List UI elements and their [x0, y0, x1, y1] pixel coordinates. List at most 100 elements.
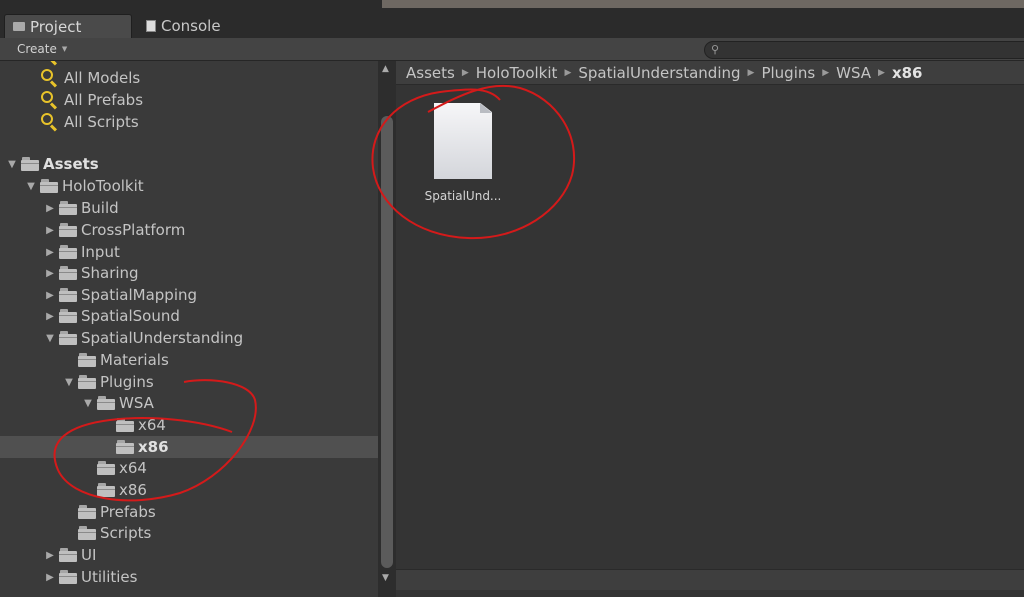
tree-item-label: x64: [138, 416, 166, 434]
tree-item[interactable]: ▶Materials: [0, 349, 378, 371]
breadcrumb-item[interactable]: WSA: [836, 64, 871, 82]
favorite-label: All Prefabs: [64, 91, 144, 109]
collapsed-arrow-icon[interactable]: ▶: [44, 550, 56, 561]
breadcrumb-item[interactable]: HoloToolkit: [476, 64, 558, 82]
tree-item[interactable]: ▶x86: [0, 436, 378, 458]
search-icon: ⚲: [711, 43, 720, 56]
create-label: Create: [17, 42, 57, 56]
expanded-arrow-icon[interactable]: ▼: [25, 181, 37, 192]
breadcrumb-separator-icon: ▶: [747, 67, 755, 78]
breadcrumb-item[interactable]: Assets: [406, 64, 455, 82]
breadcrumb-item[interactable]: SpatialUnderstanding: [578, 64, 740, 82]
tree-item[interactable]: ▼ HoloToolkit: [0, 175, 378, 197]
breadcrumb-separator-icon: ▶: [564, 67, 572, 78]
tree-item-label: SpatialMapping: [81, 286, 198, 304]
collapsed-arrow-icon[interactable]: ▶: [44, 203, 56, 214]
tree-item[interactable]: ▶ SpatialSound: [0, 305, 378, 327]
collapsed-arrow-icon[interactable]: ▶: [44, 268, 56, 279]
favorite-item[interactable]: All Prefabs: [0, 89, 378, 111]
search-filter-icon: [40, 61, 60, 66]
expanded-arrow-icon[interactable]: ▼: [82, 398, 94, 409]
asset-browser-panel: Assets ▶ HoloToolkit ▶ SpatialUnderstanding ▶…: [396, 61, 1024, 597]
search-input[interactable]: [727, 42, 1024, 58]
tree-item[interactable]: ▶Scripts: [0, 522, 378, 544]
scroll-down-icon[interactable]: ▼: [382, 573, 389, 583]
tree-item[interactable]: ▶ Input: [0, 241, 378, 263]
expanded-arrow-icon[interactable]: ▼: [6, 159, 18, 170]
tree-item[interactable]: ▼ SpatialUnderstanding: [0, 327, 378, 349]
search-field[interactable]: ⚲: [704, 41, 1024, 59]
tree-item[interactable]: ▶x86: [0, 479, 378, 501]
file-icon: [434, 103, 492, 179]
folder-icon: [40, 179, 58, 193]
tree-item[interactable]: ▶ Sharing: [0, 262, 378, 284]
top-strip: [0, 0, 1024, 12]
tree-item-label: HoloToolkit: [62, 177, 144, 195]
tree-item[interactable]: ▶ UI: [0, 544, 378, 566]
search-filter-icon: [40, 113, 60, 132]
folder-icon: [97, 461, 115, 475]
search-filter-icon: [40, 91, 60, 110]
tree-item[interactable]: ▼ Assets: [0, 153, 378, 175]
favorite-item[interactable]: All Scripts: [0, 111, 378, 133]
create-button[interactable]: Create ▼: [9, 40, 79, 58]
folder-icon: [78, 505, 96, 519]
folder-icon: [59, 331, 77, 345]
tree-item-label: Scripts: [100, 524, 152, 542]
folder-icon: [97, 396, 115, 410]
collapsed-arrow-icon[interactable]: ▶: [44, 225, 56, 236]
tree-item-label: x64: [119, 459, 147, 477]
tree-item-label: WSA: [119, 394, 154, 412]
breadcrumb-item[interactable]: x86: [892, 64, 923, 82]
breadcrumb-separator-icon: ▶: [461, 67, 469, 78]
tab-project[interactable]: Project: [4, 14, 132, 38]
scene-edge: [382, 0, 1024, 8]
tree-item-label: UI: [81, 546, 97, 564]
collapsed-arrow-icon[interactable]: ▶: [44, 290, 56, 301]
collapsed-arrow-icon[interactable]: ▶: [44, 247, 56, 258]
tree-scrollbar[interactable]: ▲ ▼: [378, 61, 396, 597]
favorite-item[interactable]: All Models: [0, 67, 378, 89]
tree-item[interactable]: ▶x64: [0, 457, 378, 479]
asset-name: SpatialUnd...: [424, 189, 502, 203]
tab-console[interactable]: Console: [146, 14, 221, 38]
expanded-arrow-icon[interactable]: ▼: [44, 333, 56, 344]
folder-icon: [59, 201, 77, 215]
folder-tab-icon: [13, 22, 25, 31]
collapsed-arrow-icon[interactable]: ▶: [44, 572, 56, 583]
breadcrumb-separator-icon: ▶: [878, 67, 885, 78]
asset-browser-footer: [396, 569, 1024, 590]
collapsed-arrow-icon[interactable]: ▶: [44, 311, 56, 322]
scrollbar-thumb[interactable]: [381, 116, 393, 568]
folder-icon: [59, 223, 77, 237]
folder-icon: [97, 483, 115, 497]
folder-icon: [78, 375, 96, 389]
tree-item-label: x86: [119, 481, 147, 499]
tab-bar: Project Console: [0, 12, 1024, 38]
expanded-arrow-icon[interactable]: ▼: [63, 377, 75, 388]
breadcrumb-item[interactable]: Plugins: [761, 64, 815, 82]
tree-item[interactable]: ▼ Plugins: [0, 371, 378, 393]
folder-icon: [59, 548, 77, 562]
tree-item-label: Utilities: [81, 568, 138, 586]
folder-icon: [59, 266, 77, 280]
favorite-label: All Models: [64, 69, 141, 87]
tree-item-label: x86: [138, 438, 169, 456]
tree-item-label: CrossPlatform: [81, 221, 186, 239]
tree-item-label: Prefabs: [100, 503, 156, 521]
tree-item[interactable]: ▶ SpatialMapping: [0, 284, 378, 306]
scroll-up-icon[interactable]: ▲: [382, 64, 389, 74]
tree-item-label: Assets: [43, 155, 99, 173]
tree-item[interactable]: ▶ Utilities: [0, 566, 378, 588]
asset-spatialunderstanding-dll[interactable]: SpatialUnd...: [418, 103, 508, 203]
tree-item[interactable]: ▶ CrossPlatform: [0, 219, 378, 241]
breadcrumb-separator-icon: ▶: [822, 67, 830, 78]
tree-item[interactable]: ▶ Build: [0, 197, 378, 219]
tree-item-label: Sharing: [81, 264, 139, 282]
tree-item[interactable]: ▶x64: [0, 414, 378, 436]
tree-item[interactable]: ▼ WSA: [0, 392, 378, 414]
dropdown-arrow-icon: ▼: [61, 45, 68, 53]
tree-item[interactable]: ▶Prefabs: [0, 501, 378, 523]
tab-console-label: Console: [161, 17, 221, 35]
tree-item-label: Materials: [100, 351, 169, 369]
